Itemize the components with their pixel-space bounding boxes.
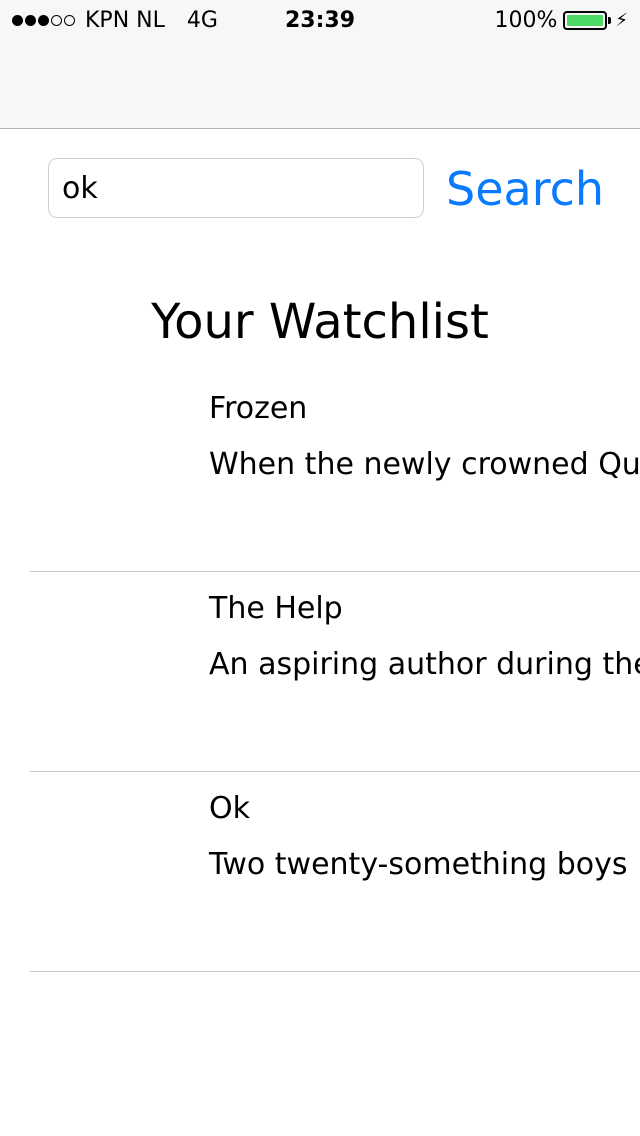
movie-title: The Help xyxy=(209,591,343,626)
movie-title: Ok xyxy=(209,791,250,826)
watchlist: Frozen When the newly crowned Qu The Hel… xyxy=(0,372,640,972)
list-item[interactable]: Ok Two twenty-something boys xyxy=(30,772,640,972)
search-input[interactable] xyxy=(48,158,424,218)
battery-percentage: 100% xyxy=(494,8,558,33)
list-item[interactable]: Frozen When the newly crowned Qu xyxy=(30,372,640,572)
movie-description: When the newly crowned Qu xyxy=(209,447,640,482)
movie-description: Two twenty-something boys xyxy=(209,847,628,882)
status-right: 100% ⚡ xyxy=(494,8,628,33)
charging-bolt-icon: ⚡ xyxy=(615,10,628,31)
status-bar: KPN NL 4G 23:39 100% ⚡ xyxy=(0,0,640,40)
battery-tip xyxy=(608,17,612,24)
battery-level xyxy=(567,15,604,26)
search-button[interactable]: Search xyxy=(446,160,604,218)
movie-title: Frozen xyxy=(209,391,308,426)
battery-icon xyxy=(563,11,608,30)
movie-description: An aspiring author during the xyxy=(209,647,640,682)
navigation-bar xyxy=(0,40,640,129)
list-item[interactable]: The Help An aspiring author during the xyxy=(30,572,640,772)
page-title: Your Watchlist xyxy=(151,294,489,350)
